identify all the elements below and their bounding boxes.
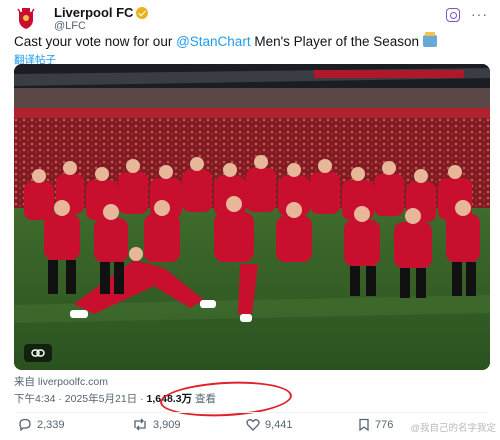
tweet-media-photo[interactable] (14, 64, 490, 370)
display-name[interactable]: Liverpool FC (54, 6, 133, 20)
mention-link[interactable]: @StanChart (176, 34, 251, 49)
retweet-icon (134, 418, 146, 431)
ballot-box-icon (422, 32, 437, 47)
bookmark-count: 776 (375, 418, 394, 431)
like-count: 9,441 (265, 418, 293, 431)
bookmark-icon (359, 418, 369, 431)
lfc-crest-icon[interactable] (14, 6, 38, 30)
reply-button[interactable]: 2,339 (18, 418, 65, 431)
more-options-icon[interactable]: ··· (471, 6, 488, 22)
tweet-text: Cast your vote now for our @StanChart Me… (14, 32, 437, 50)
heart-icon (246, 419, 260, 431)
card-source-link[interactable]: 来自 liverpoolfc.com (14, 374, 108, 389)
watermark: @我自己的名字我定 (410, 423, 496, 434)
account-names: Liverpool FC @LFC (54, 6, 149, 33)
retweet-button[interactable]: 3,909 (132, 418, 181, 431)
account-handle[interactable]: @LFC (54, 20, 148, 33)
reply-icon (19, 418, 31, 431)
gold-verified-badge-icon[interactable] (136, 7, 149, 19)
bookmark-button[interactable]: 776 (358, 418, 393, 431)
instagram-icon[interactable] (446, 8, 460, 22)
tweet-time[interactable]: 下午4:34 (14, 393, 55, 405)
retweet-count: 3,909 (153, 418, 181, 431)
meta-separator: · (137, 393, 147, 405)
like-button[interactable]: 9,441 (246, 418, 293, 431)
red-circle-annotation (159, 378, 293, 420)
tweet-text-before: Cast your vote now for our (14, 34, 177, 49)
team-celebration-photo (14, 64, 490, 370)
link-icon[interactable] (24, 344, 52, 362)
reply-count: 2,339 (37, 418, 65, 431)
meta-separator: · (55, 393, 65, 405)
actions-divider (14, 412, 490, 413)
tweet-text-after: Men's Player of the Season (250, 34, 419, 49)
tweet-date[interactable]: 2025年5月21日 (65, 393, 137, 405)
tweet-header: Liverpool FC @LFC ··· (14, 6, 490, 32)
display-name-row[interactable]: Liverpool FC (54, 6, 149, 20)
